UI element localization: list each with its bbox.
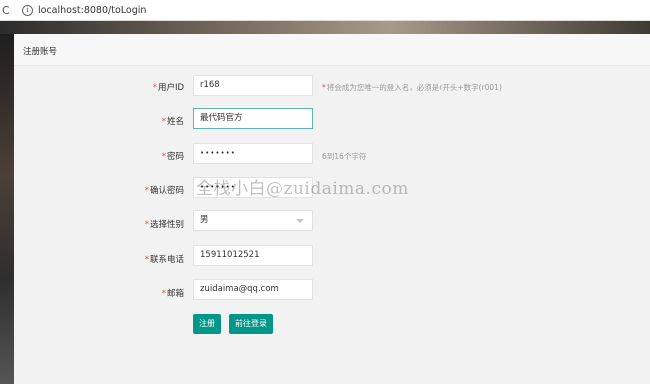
panel-title: 注册账号 [23,47,58,57]
background-image-top [0,21,650,34]
panel-header: 注册账号 [14,34,650,66]
background-image-left [0,34,14,384]
userid-label: *用户ID [152,83,184,93]
gender-select[interactable]: 男 [193,210,313,231]
watermark: 全栈小白@zuidaima.com [196,179,409,199]
password-hint: 6到16个字符 [322,152,367,161]
required-mark: * [152,83,157,93]
email-input[interactable]: zuidaima@qq.com [193,279,313,300]
name-label: *姓名 [161,117,184,127]
phone-label: *联系电话 [144,255,184,265]
goto-login-button[interactable]: 前往登录 [229,314,273,334]
name-input[interactable]: 最代码官方 [193,108,313,129]
email-label: *邮箱 [161,289,184,299]
url-text[interactable]: localhost:8080/toLogin [38,5,146,16]
password-label: *密码 [161,152,184,162]
gender-label: *选择性别 [144,220,184,230]
register-button[interactable]: 注册 [193,314,221,334]
gender-value: 男 [200,215,209,225]
reload-icon[interactable]: C [2,4,14,17]
confirm-password-label: *确认密码 [144,186,184,196]
info-icon[interactable]: i [22,4,33,16]
chevron-down-icon [296,219,304,223]
userid-hint: *将会成为您唯一的登入名，必须是r开头+数字(r001) [322,83,502,92]
address-bar: C i localhost:8080/toLogin [0,0,650,21]
password-input[interactable]: ••••••• [193,143,313,164]
userid-input[interactable]: r168 [193,75,313,96]
phone-input[interactable]: 15911012521 [193,245,313,266]
